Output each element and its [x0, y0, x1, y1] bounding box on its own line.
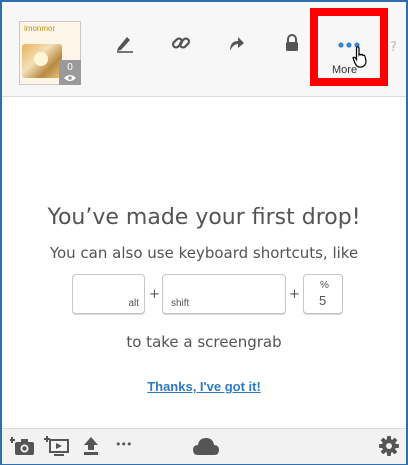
screen-record-button[interactable]	[44, 435, 70, 457]
lock-button[interactable]	[279, 30, 305, 56]
plus-sign: +	[289, 287, 300, 302]
pen-icon	[117, 37, 133, 53]
lock-icon	[286, 34, 298, 51]
view-count-badge: 0	[59, 60, 81, 85]
copy-link-button[interactable]	[168, 30, 194, 56]
upload-icon	[84, 437, 98, 455]
hand-cursor-icon	[352, 46, 367, 68]
upload-button[interactable]	[82, 436, 100, 456]
eye-icon	[64, 75, 76, 81]
thumbnail-text: imonmor	[24, 24, 56, 33]
more-button[interactable]: More	[318, 16, 380, 78]
five-key: % 5	[303, 274, 343, 314]
camera-plus-icon	[10, 437, 34, 455]
settings-icon	[379, 436, 399, 456]
app-window: imonmor 0 More ? You’ve made your first …	[0, 0, 408, 465]
screen-record-icon	[44, 436, 69, 456]
dismiss-link[interactable]: Thanks, I've got it!	[2, 379, 406, 394]
settings-button[interactable]	[379, 436, 399, 456]
cloud-icon	[193, 438, 219, 455]
view-count: 0	[67, 62, 73, 73]
shift-key-label: shift	[171, 298, 190, 309]
bottom-toolbar: •••	[2, 428, 406, 464]
share-arrow-icon	[230, 37, 244, 51]
share-button[interactable]	[223, 30, 249, 56]
alt-key: alt	[72, 274, 145, 314]
screengrab-text: to take a screengrab	[126, 333, 282, 351]
thumbnail-highlight	[34, 52, 48, 66]
percent-symbol: %	[320, 280, 329, 291]
shift-key: shift	[162, 274, 286, 314]
top-toolbar: imonmor 0 More ?	[2, 2, 406, 97]
link-icon	[171, 37, 191, 49]
digit-five: 5	[319, 293, 327, 308]
help-icon[interactable]: ?	[390, 40, 397, 55]
headline: You’ve made your first drop!	[47, 205, 361, 230]
cloud-button[interactable]	[192, 435, 220, 457]
alt-key-label: alt	[128, 298, 139, 309]
screenshot-button[interactable]	[10, 434, 36, 456]
more-icon[interactable]: •••	[115, 438, 132, 451]
subline: You can also use keyboard shortcuts, lik…	[49, 244, 359, 262]
plus-sign: +	[149, 287, 160, 302]
annotate-button[interactable]	[112, 30, 138, 56]
more-highlight: More	[310, 8, 388, 86]
